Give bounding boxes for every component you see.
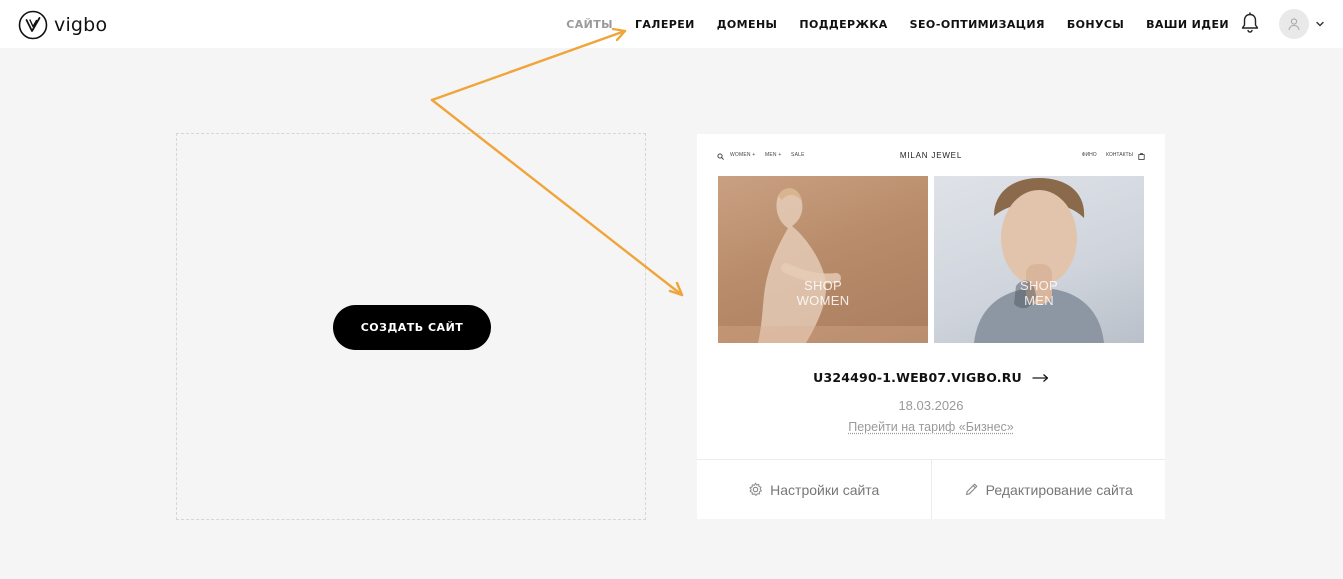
- site-edit-label: Редактирование сайта: [985, 481, 1133, 498]
- site-edit-button[interactable]: Редактирование сайта: [930, 460, 1166, 519]
- vigbo-logo-icon: [18, 10, 48, 40]
- tile-caption-men-line2: MEN: [1024, 293, 1054, 308]
- preview-tile-women: SHOP WOMEN: [718, 176, 928, 343]
- nav-item-galleries[interactable]: ГАЛЕРЕИ: [635, 18, 695, 31]
- woman-photo-icon: [718, 188, 928, 343]
- site-card: WOMEN + MEN + SALE MILAN JEWEL ФИНО КОНТ…: [697, 134, 1165, 519]
- site-card-actions: Настройки сайта Редактирование сайта: [697, 459, 1165, 519]
- logo-text: vigbo: [54, 14, 108, 36]
- user-menu[interactable]: [1279, 9, 1325, 39]
- preview-nav-contacts: КОНТАКТЫ: [1106, 152, 1133, 158]
- upgrade-plan-link[interactable]: Перейти на тариф «Бизнес»: [848, 420, 1014, 434]
- site-date: 18.03.2026: [898, 398, 964, 413]
- upgrade-plan: Перейти на тариф «Бизнес»: [697, 420, 1165, 434]
- preview-nav-right: ФИНО КОНТАКТЫ: [1074, 152, 1133, 158]
- preview-header: WOMEN + MEN + SALE MILAN JEWEL ФИНО КОНТ…: [717, 151, 1145, 162]
- chevron-down-icon: [1316, 21, 1324, 27]
- nav-item-sites[interactable]: САЙТЫ: [566, 18, 613, 31]
- main-nav: САЙТЫ ГАЛЕРЕИ ДОМЕНЫ ПОДДЕРЖКА SEO-ОПТИМ…: [566, 0, 1229, 48]
- bell-icon[interactable]: [1240, 12, 1260, 34]
- nav-item-ideas[interactable]: ВАШИ ИДЕИ: [1146, 18, 1229, 31]
- pencil-icon: [965, 483, 978, 496]
- tile-caption-men-line1: SHOP: [1019, 278, 1059, 293]
- nav-item-bonuses[interactable]: БОНУСЫ: [1067, 18, 1124, 31]
- arrow-right-icon: [1032, 373, 1048, 382]
- site-preview[interactable]: WOMEN + MEN + SALE MILAN JEWEL ФИНО КОНТ…: [697, 134, 1165, 346]
- preview-nav-about: ФИНО: [1081, 152, 1097, 158]
- site-settings-button[interactable]: Настройки сайта: [697, 460, 931, 519]
- site-domain: U324490-1.WEB07.VIGBO.RU: [813, 370, 1022, 385]
- create-site-button[interactable]: СОЗДАТЬ САЙТ: [333, 305, 491, 350]
- annotation-arrowhead-card: [668, 281, 684, 297]
- site-settings-label: Настройки сайта: [770, 481, 880, 498]
- nav-item-domains[interactable]: ДОМЕНЫ: [717, 18, 778, 31]
- bag-icon: [1138, 153, 1145, 160]
- man-photo-icon: [974, 178, 1104, 343]
- nav-item-support[interactable]: ПОДДЕРЖКА: [799, 18, 887, 31]
- site-domain-link[interactable]: U324490-1.WEB07.VIGBO.RU: [697, 370, 1165, 385]
- nav-item-seo[interactable]: SEO-ОПТИМИЗАЦИЯ: [910, 18, 1045, 31]
- tile-caption-men: SHOP MEN: [934, 278, 1144, 308]
- user-icon: [1288, 18, 1300, 31]
- gear-icon: [749, 482, 763, 496]
- tile-caption-women-line2: WOMEN: [796, 293, 850, 308]
- create-site-placeholder: СОЗДАТЬ САЙТ: [176, 133, 646, 520]
- avatar: [1279, 9, 1309, 39]
- vigbo-logo[interactable]: vigbo: [18, 10, 107, 40]
- tile-caption-women: SHOP WOMEN: [718, 278, 928, 308]
- tile-caption-women-line1: SHOP: [803, 278, 843, 293]
- top-navbar: vigbo САЙТЫ ГАЛЕРЕИ ДОМЕНЫ ПОДДЕРЖКА SEO…: [0, 0, 1343, 48]
- preview-tile-men: SHOP MEN: [934, 176, 1144, 343]
